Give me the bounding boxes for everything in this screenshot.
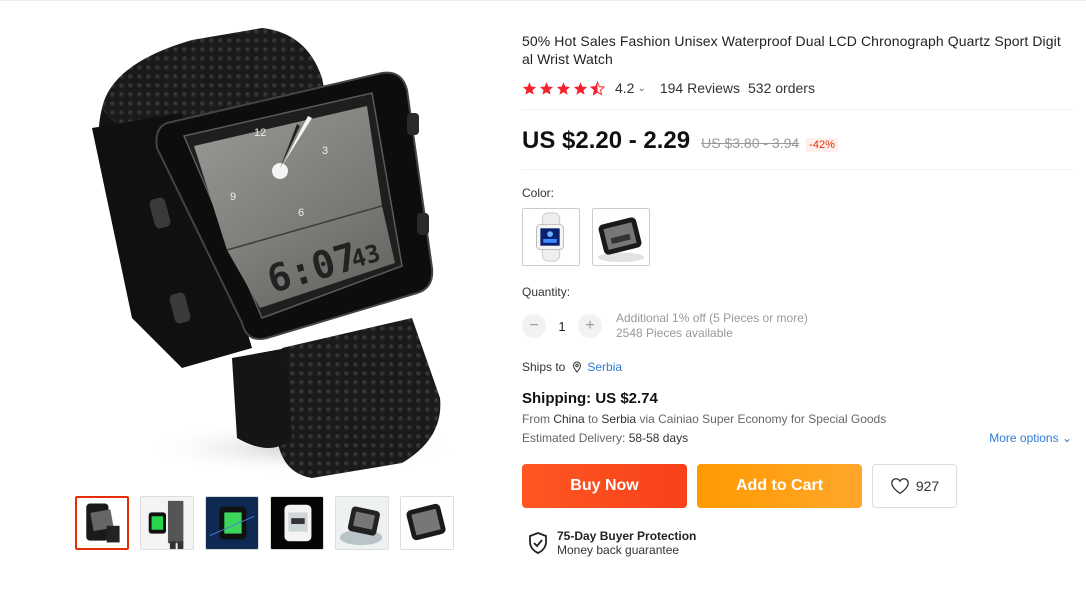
- heart-icon: [890, 478, 909, 495]
- thumbnail-5[interactable]: [335, 496, 389, 550]
- origin-country: China: [553, 412, 585, 426]
- delivery-row: Estimated Delivery: 58-58 days More opti…: [522, 431, 1074, 445]
- divider: [522, 169, 1074, 170]
- destination-country: Serbia: [601, 412, 637, 426]
- action-buttons: Buy Now Add to Cart 927: [522, 464, 1074, 508]
- quantity-stepper: − 1 + Additional 1% off (5 Pieces or mor…: [522, 311, 1074, 341]
- decrease-quantity-button[interactable]: −: [522, 314, 546, 338]
- chevron-down-icon: ⌄: [1061, 431, 1072, 445]
- price-row: US $2.20 - 2.29 US $3.80 - 3.94 -42%: [522, 127, 1074, 155]
- shipping-cost: Shipping: US $2.74: [522, 390, 658, 407]
- shipping-method: via Cainiao Super Economy for Special Go…: [639, 412, 887, 426]
- delivery-estimate: 58-58 days: [628, 431, 689, 445]
- reviews-link[interactable]: 194 Reviews: [660, 80, 740, 96]
- chevron-down-icon[interactable]: ⌄: [637, 83, 645, 94]
- buy-now-button[interactable]: Buy Now: [522, 464, 687, 508]
- location-pin-icon: [573, 361, 582, 373]
- protection-title: 75-Day Buyer Protection: [557, 529, 697, 543]
- main-product-image[interactable]: 12 3 6 9 6:07 43: [72, 18, 462, 483]
- rating-stars: [522, 80, 605, 96]
- increase-quantity-button[interactable]: +: [578, 314, 602, 338]
- shield-check-icon: [529, 532, 547, 554]
- price: US $2.20 - 2.29: [522, 127, 691, 154]
- dial-number-3: 3: [322, 145, 328, 157]
- thumbnail-2[interactable]: [140, 496, 194, 550]
- dial-number-12: 12: [254, 127, 266, 139]
- star-icon: [573, 81, 588, 95]
- shipping-route: From China to Serbia via Cainiao Super E…: [522, 412, 1074, 426]
- color-option-black[interactable]: [592, 208, 650, 266]
- star-icon: [539, 81, 554, 95]
- thumbnail-4[interactable]: [270, 496, 324, 550]
- ships-to-country-link[interactable]: Serbia: [587, 360, 622, 374]
- thumbnail-strip: [75, 496, 454, 550]
- original-price: US $3.80 - 3.94: [701, 135, 800, 151]
- pieces-available: 2548 Pieces available: [616, 326, 733, 340]
- more-options-link[interactable]: More options ⌄: [989, 431, 1072, 445]
- protection-subtitle: Money back guarantee: [557, 543, 680, 557]
- star-icon: [522, 81, 537, 95]
- quantity-info: Additional 1% off (5 Pieces or more) 254…: [616, 311, 808, 341]
- product-info: 50% Hot Sales Fashion Unisex Waterproof …: [522, 32, 1074, 557]
- color-swatches: [522, 208, 1074, 266]
- wishlist-button[interactable]: 927: [872, 464, 957, 508]
- quantity-label: Quantity:: [522, 285, 571, 299]
- top-divider: [0, 0, 1086, 1]
- add-to-cart-button[interactable]: Add to Cart: [697, 464, 862, 508]
- dial-number-9: 9: [230, 191, 236, 203]
- rating-value[interactable]: 4.2: [615, 80, 634, 96]
- color-label: Color:: [522, 186, 555, 200]
- to-label: to: [588, 412, 599, 426]
- divider: [522, 109, 1074, 110]
- star-icon: [556, 81, 571, 95]
- buyer-protection[interactable]: 75-Day Buyer Protection Money back guara…: [528, 529, 1074, 557]
- rating-row: 4.2 ⌄ 194 Reviews 532 orders: [522, 80, 1074, 96]
- quantity-value[interactable]: 1: [546, 319, 578, 334]
- product-title: 50% Hot Sales Fashion Unisex Waterproof …: [522, 33, 1061, 67]
- ships-to-label: Ships to: [522, 360, 566, 374]
- ships-to-row: Ships to Serbia: [522, 360, 1074, 374]
- thumbnail-3[interactable]: [205, 496, 259, 550]
- delivery-label: Estimated Delivery:: [522, 431, 626, 445]
- orders-count: 532 orders: [748, 80, 815, 96]
- wishlist-count: 927: [915, 478, 940, 494]
- color-option-white[interactable]: [522, 208, 580, 266]
- half-star-icon: [590, 80, 605, 96]
- from-label: From: [522, 412, 550, 426]
- bulk-discount-note: Additional 1% off (5 Pieces or more): [616, 311, 808, 325]
- discount-badge: -42%: [806, 138, 838, 152]
- dial-number-6: 6: [298, 207, 304, 219]
- thumbnail-1[interactable]: [75, 496, 129, 550]
- thumbnail-6[interactable]: [400, 496, 454, 550]
- more-options-label: More options: [989, 431, 1059, 445]
